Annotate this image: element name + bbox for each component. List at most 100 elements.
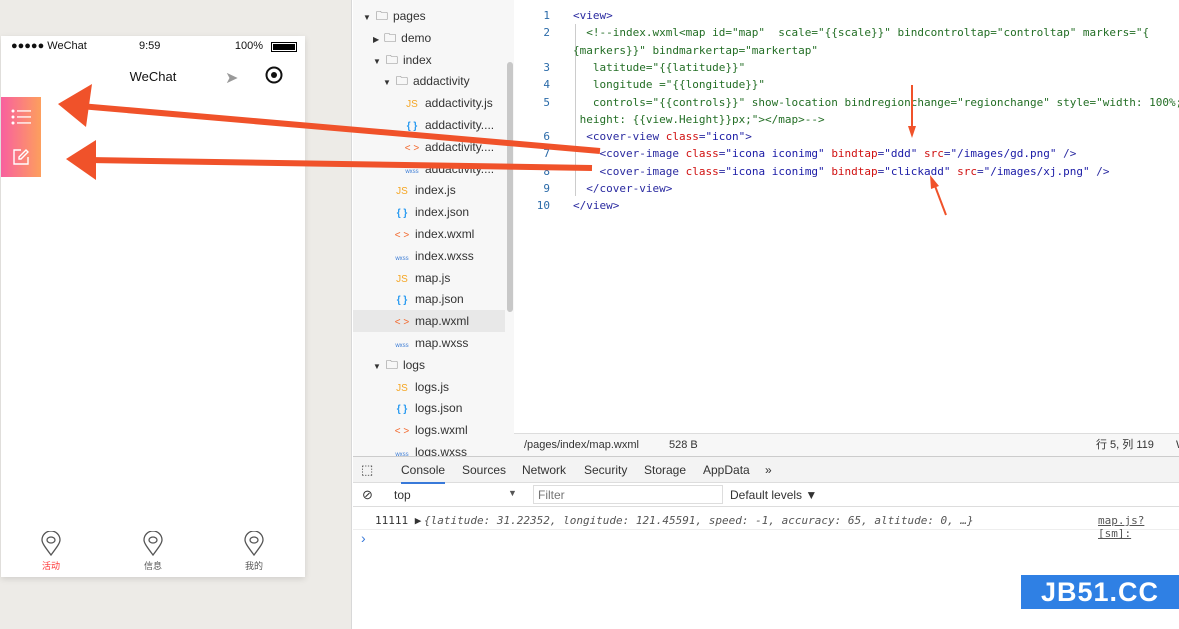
code-line: controls="{{controls}}" show-location bi…: [573, 96, 1179, 109]
code-line: <cover-view class="icon">: [573, 130, 752, 143]
tree-item[interactable]: wxss index.wxss: [353, 245, 505, 267]
tree-item-label: addactivity....: [425, 118, 495, 132]
tab-activity[interactable]: 活动: [21, 530, 81, 572]
code-line: </view>: [573, 199, 619, 212]
line-number: 8: [543, 164, 550, 178]
tab-network[interactable]: Network: [522, 463, 566, 477]
tree-item-label: map.js: [415, 270, 451, 285]
tree-item-label: logs.js: [415, 379, 450, 394]
file-tree: ▼ 🗀 pages ▶ 🗀 demo ▼ 🗀 index ▼ 🗀 addactivity JS addac…: [353, 0, 514, 456]
code-token: height: {{view.Height}}px;"></map>-->: [573, 112, 825, 126]
line-number: 9: [543, 182, 550, 195]
caret-down-icon[interactable]: ▼: [363, 13, 371, 22]
location-arrow-icon[interactable]: ➤: [225, 68, 238, 88]
caret-down-icon[interactable]: ▼: [383, 78, 391, 87]
code-token: bindtap: [831, 147, 878, 161]
tab-bar: 活动 信息 我的: [1, 530, 305, 577]
tab-storage[interactable]: Storage: [644, 463, 686, 477]
context-select[interactable]: top: [394, 488, 411, 502]
clear-console-icon[interactable]: ⊘: [362, 487, 373, 503]
code-token: bindtap: [831, 164, 878, 178]
tree-item[interactable]: { } addactivity....: [353, 114, 505, 136]
code-token: controls="{{controls}}" show-location bi…: [573, 95, 1179, 109]
tab-info[interactable]: 信息: [123, 530, 183, 572]
log-source-link[interactable]: map.js? [sm]:: [1098, 514, 1179, 540]
nav-title: WeChat: [129, 69, 177, 84]
code-line: <cover-image class = "icona iconimg" bindt…: [573, 147, 1076, 160]
tree-item-label: pages: [392, 9, 426, 23]
caret-down-icon[interactable]: ▼: [373, 362, 381, 371]
battery-percent: 100%: [234, 40, 263, 52]
tree-item[interactable]: < > logs.wxml: [353, 419, 505, 441]
tree-item[interactable]: ▶ 🗀 demo: [353, 27, 505, 49]
filter-input[interactable]: [533, 485, 723, 504]
list-icon: [11, 109, 31, 125]
code-token: />: [1089, 164, 1110, 178]
tree-item[interactable]: ▼ 🗀 index: [353, 49, 505, 71]
tree-item[interactable]: { } logs.json: [353, 397, 505, 419]
tab-mine[interactable]: 我的: [224, 530, 284, 572]
code-token: />: [1056, 147, 1077, 161]
caret-down-icon[interactable]: ▼: [373, 57, 381, 66]
chevron-down-icon[interactable]: ▼: [508, 488, 517, 498]
tree-item[interactable]: JS map.js: [353, 267, 505, 289]
console-prompt[interactable]: ›: [361, 530, 366, 546]
code-token: >: [745, 130, 752, 144]
tree-item-label: index: [402, 52, 432, 67]
tree-item-label: logs: [402, 357, 425, 372]
more-tabs-button[interactable]: »: [765, 463, 772, 477]
line-number: 6: [543, 130, 550, 144]
tab-security[interactable]: Security: [584, 463, 627, 477]
tab-label: 活动: [41, 561, 60, 571]
carrier: ●●●●● WeChat: [11, 40, 87, 52]
record-icon[interactable]: [265, 66, 283, 89]
tree-item-label: map.wxss: [415, 336, 469, 350]
console-log-row: 11111 ▶ {latitude: 31.22352, longitude: …: [353, 510, 1179, 540]
file-tree-scrollbar[interactable]: [507, 62, 513, 312]
tree-item[interactable]: JS index.js: [353, 179, 505, 201]
code-token: <cover-image: [573, 164, 686, 178]
status-bar: ●●●●● WeChat 9:59 100%: [11, 40, 297, 54]
tab-console[interactable]: Console: [401, 463, 446, 484]
tree-item[interactable]: wxss addactivity....: [353, 158, 505, 180]
caret-right-icon[interactable]: ▶: [373, 35, 379, 44]
file-size: 528 B: [669, 439, 698, 451]
log-prefix[interactable]: 11111 ▶: [375, 514, 421, 527]
tree-item[interactable]: wxss map.wxss: [353, 332, 505, 354]
code-line: longitude ="{{longitude}}": [573, 78, 765, 91]
json-file-icon: { }: [396, 208, 408, 220]
code-line: latitude="{{latitude}}": [573, 61, 745, 74]
tab-appdata[interactable]: AppData: [703, 463, 750, 477]
js-file-icon: JS: [396, 382, 408, 394]
list-button[interactable]: [1, 97, 41, 137]
battery-icon: [271, 42, 297, 52]
inspect-icon[interactable]: ⬚: [361, 462, 373, 478]
tree-item[interactable]: JS logs.js: [353, 376, 505, 398]
tree-item[interactable]: < > map.wxml: [353, 310, 505, 333]
phone-simulator: ●●●●● WeChat 9:59 100% WeChat ➤ 活动 信息 我的: [1, 36, 305, 577]
tree-item[interactable]: < > addactivity....: [353, 136, 505, 158]
log-levels-select[interactable]: Default levels ▼: [730, 488, 817, 502]
tree-item[interactable]: JS addactivity.js: [353, 92, 505, 114]
tree-item[interactable]: ▼ 🗀 logs: [353, 354, 505, 376]
add-activity-button[interactable]: [1, 137, 41, 177]
code-token: <cover-view: [573, 130, 666, 144]
console-toolbar: ⊘ top ▼ Default levels ▼: [353, 483, 1179, 507]
tree-item[interactable]: ▼ 🗀 pages: [353, 5, 505, 27]
js-file-icon: JS: [406, 99, 418, 111]
log-object[interactable]: {latitude: 31.22352, longitude: 121.4559…: [424, 514, 974, 527]
line-number: 7: [543, 147, 550, 161]
tree-item[interactable]: { } map.json: [353, 288, 505, 310]
tree-item[interactable]: wxss logs.wxss: [353, 441, 505, 456]
folder-open-icon: 🗀: [395, 74, 408, 89]
code-editor[interactable]: 1 <view> 2 <!--index.wxml<map id="map" sca…: [514, 0, 1179, 433]
wxml-file-icon: < >: [404, 142, 420, 154]
file-path: /pages/index/map.wxml: [524, 439, 639, 451]
tab-sources[interactable]: Sources: [462, 463, 506, 477]
code-token: class: [685, 147, 719, 161]
tree-item-label: index.wxss: [415, 248, 474, 263]
tree-item[interactable]: { } index.json: [353, 201, 505, 223]
tree-item[interactable]: < > index.wxml: [353, 223, 505, 245]
line-number: 1: [543, 9, 550, 22]
tree-item[interactable]: ▼ 🗀 addactivity: [353, 70, 505, 92]
